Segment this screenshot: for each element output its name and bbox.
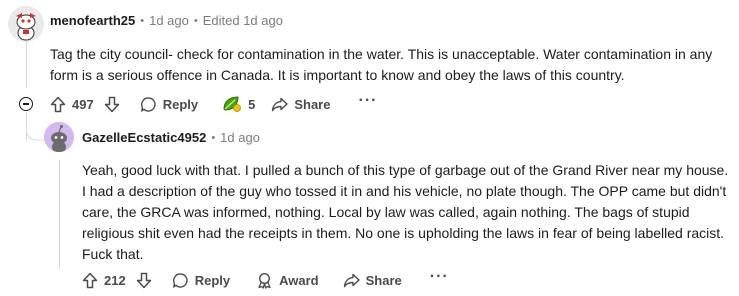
collapse-minus-icon	[23, 103, 29, 105]
comment-actions: 497 Reply 5 Share ···	[50, 92, 378, 114]
speech-bubble-icon	[172, 272, 188, 288]
reply-body-line: Yeah, good luck with that. I pulled a bu…	[82, 162, 729, 178]
arrow-up-icon[interactable]	[82, 272, 98, 289]
reply-username[interactable]: GazelleEcstatic4952	[82, 130, 206, 145]
comment-username[interactable]: menofearth25	[50, 13, 135, 28]
reply-body-line: care, the GRCA was informed, nothing. Lo…	[82, 204, 690, 220]
speech-bubble-icon	[140, 96, 156, 112]
collapse-thread-button[interactable]	[19, 97, 33, 111]
meta-separator: •	[140, 14, 145, 27]
vote-group: 212	[82, 272, 152, 289]
comment-meta: menofearth25 • 1d ago • Edited 1d ago	[50, 13, 283, 28]
upvote-count: 212	[104, 272, 126, 288]
arrow-down-icon[interactable]	[136, 272, 152, 289]
share-button[interactable]: Share	[343, 273, 402, 288]
more-options-button[interactable]: ···	[358, 92, 378, 113]
more-dots-icon: ···	[429, 268, 449, 285]
more-options-button[interactable]: ···	[429, 268, 449, 289]
share-arrow-icon	[272, 97, 289, 111]
award-button[interactable]: Award	[256, 272, 319, 289]
arrow-up-icon[interactable]	[50, 96, 66, 113]
meta-separator: •	[211, 131, 216, 144]
award-icon	[258, 272, 271, 289]
meta-separator: •	[193, 14, 198, 27]
share-label: Share	[365, 272, 402, 288]
comment-body-line: Tag the city council- check for contamin…	[50, 46, 713, 62]
upvote-count: 497	[72, 96, 94, 112]
snoo-avatar-icon	[44, 122, 74, 152]
comment-body: Tag the city council- check for contamin…	[50, 44, 712, 86]
arrow-down-icon[interactable]	[104, 96, 120, 113]
more-dots-icon: ···	[358, 92, 378, 109]
share-label: Share	[294, 96, 331, 112]
reply-body-line: Fuck that.	[82, 246, 144, 262]
commenter-avatar[interactable]	[8, 6, 44, 42]
award-label: Award	[279, 272, 319, 288]
reply-button[interactable]: Reply	[172, 272, 230, 289]
comment-thread-line	[26, 42, 27, 88]
reply-body-line: I had a description of the guy who tosse…	[82, 183, 727, 199]
comment-body-line: form is a serious offence in Canada. It …	[50, 67, 625, 83]
reply-label: Reply	[194, 272, 231, 288]
reply-thread-line	[59, 160, 60, 270]
awards-button[interactable]: 5	[222, 95, 255, 113]
share-button[interactable]: Share	[271, 97, 330, 112]
reply-actions: 212 Reply Award Share ···	[82, 268, 449, 290]
share-arrow-icon	[343, 273, 360, 287]
reply-label: Reply	[162, 96, 199, 112]
reply-body: Yeah, good luck with that. I pulled a bu…	[82, 160, 728, 265]
reply-button[interactable]: Reply	[140, 96, 198, 113]
award-count: 5	[248, 96, 256, 112]
snoo-avatar-icon	[8, 6, 44, 42]
reply-avatar[interactable]	[44, 122, 74, 152]
comment-timestamp[interactable]: 1d ago	[149, 13, 189, 28]
comment-edited: Edited 1d ago	[202, 13, 283, 28]
reply-timestamp[interactable]: 1d ago	[220, 130, 260, 145]
vote-group: 497	[50, 96, 120, 113]
reply-meta: GazelleEcstatic4952 • 1d ago	[82, 130, 260, 145]
leaf-sticker-icon	[223, 96, 242, 112]
reply-body-line: religious shit even had the receipts in …	[82, 225, 725, 241]
